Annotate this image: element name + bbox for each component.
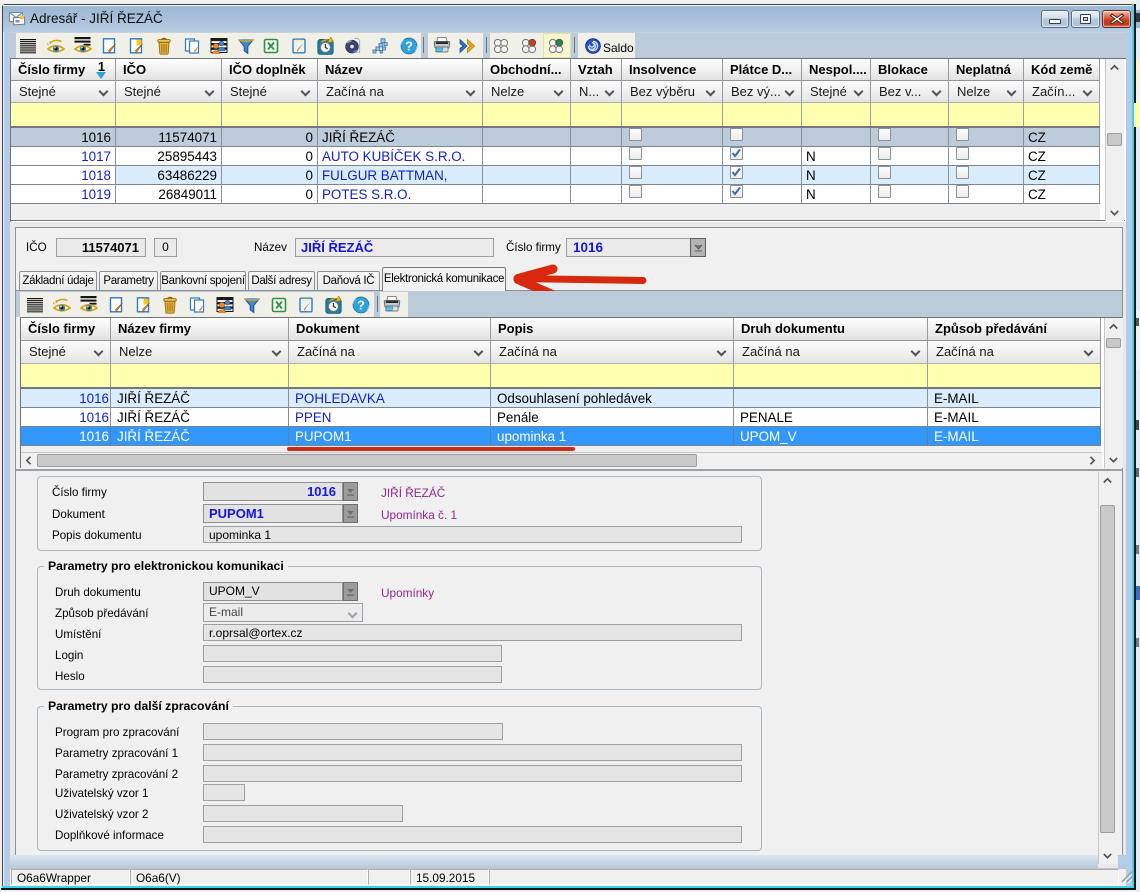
svg-text:?: ? [405, 39, 413, 54]
svg-text:?: ? [357, 298, 365, 313]
